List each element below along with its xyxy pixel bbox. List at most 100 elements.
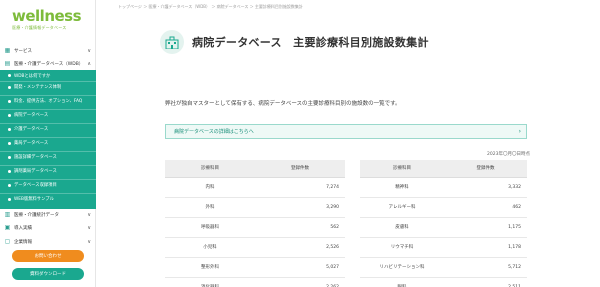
logo-tagline: 医療・介護情報データベース xyxy=(12,25,67,30)
building-icon: ▣ xyxy=(4,224,11,231)
subject-cell: 消化器科 xyxy=(165,277,255,287)
bullet-icon xyxy=(8,74,11,77)
column-header-count: 登録件数 xyxy=(444,160,527,178)
table-row: 外科 3,290 xyxy=(165,197,345,218)
hospital-db-link[interactable]: 病院データベースの詳細はこちらへ › xyxy=(165,124,527,139)
sidebar-subitem-label: 病院データベース xyxy=(14,113,49,118)
sidebar-subitem[interactable]: WDBとは何ですか xyxy=(0,70,96,81)
sidebar-subitem[interactable]: 調剤薬局データベース xyxy=(0,165,96,176)
sidebar-subitem[interactable]: 開発・メンテナンス体制 xyxy=(0,81,96,92)
table-row: リハビリテーション科 5,712 xyxy=(360,257,527,278)
table-row: 内科 7,274 xyxy=(165,177,345,198)
subject-cell: リハビリテーション科 xyxy=(360,257,444,278)
chevron-up-icon: ∧ xyxy=(87,61,91,67)
column-header-subject: 診療科目 xyxy=(165,160,255,178)
sidebar-subitem-label: 調剤薬局データベース xyxy=(14,169,57,174)
page-description: 弊社が独自マスターとして保有する、病院データベースの主要診療科目別の施設数の一覧… xyxy=(165,101,401,107)
bullet-icon xyxy=(8,85,11,89)
count-cell: 562 xyxy=(255,217,345,238)
sidebar-item-case-studies[interactable]: ▣ 導入実績 ∨ xyxy=(0,222,96,233)
sidebar-subitem-label: WEB版無料サンプル xyxy=(14,197,54,202)
subject-cell: 精神科 xyxy=(360,177,444,198)
company-icon: ▢ xyxy=(4,238,11,245)
sidebar-subitem-label: 開発・メンテナンス体制 xyxy=(14,85,62,90)
count-cell: 3,332 xyxy=(444,177,527,198)
sidebar-subitem-label: 薬局データベース xyxy=(14,141,49,146)
bullet-icon xyxy=(8,197,11,201)
db-icon: ▤ xyxy=(4,60,11,67)
column-header-subject: 診療科目 xyxy=(360,160,444,178)
count-cell: 2,526 xyxy=(255,237,345,258)
sidebar-subitem[interactable]: 病院データベース xyxy=(0,109,96,120)
subject-cell: 呼吸器科 xyxy=(165,217,255,238)
chevron-down-icon: ∨ xyxy=(87,48,91,54)
sidebar-item-label: 医療・介護データベース（WDB） xyxy=(14,61,84,67)
count-cell: 2,511 xyxy=(444,277,527,287)
subject-cell: リウマチ科 xyxy=(360,237,444,258)
count-cell: 5,027 xyxy=(255,257,345,278)
table-row: リウマチ科 1,178 xyxy=(360,237,527,258)
sidebar: wellness 医療・介護情報データベース ▦ サービス ∨ ▤ 医療・介護デ… xyxy=(0,0,96,287)
chevron-right-icon: › xyxy=(518,128,521,135)
breadcrumb[interactable]: トップページ ＞ 医療・介護データベース（WDB） ＞ 病院データベース ＞ 主… xyxy=(118,4,303,10)
sidebar-subitem[interactable]: WEB版無料サンプル xyxy=(0,193,96,204)
table-row: 呼吸器科 562 xyxy=(165,217,345,238)
bullet-icon xyxy=(8,127,11,131)
sidebar-item-label: サービス xyxy=(14,48,32,54)
bullet-icon xyxy=(8,141,11,145)
chevron-down-icon: ∨ xyxy=(87,239,91,245)
sidebar-item-label: 企業情報 xyxy=(14,239,32,245)
subject-cell: アレルギー科 xyxy=(360,197,444,218)
count-cell: 2,262 xyxy=(255,277,345,287)
table-row: 小児科 2,526 xyxy=(165,237,345,258)
count-cell: 3,290 xyxy=(255,197,345,218)
sidebar-submenu: WDBとは何ですか 開発・メンテナンス体制 料金、提供方法、オプション、FAQ … xyxy=(0,70,96,209)
count-cell: 462 xyxy=(444,197,527,218)
table-row: 精神科 3,332 xyxy=(360,177,527,198)
table-row: 整形外科 5,027 xyxy=(165,257,345,278)
sidebar-item-statistics[interactable]: ▥ 医療・介護統計データ ∨ xyxy=(0,209,96,220)
sidebar-subitem[interactable]: データベース収録項目 xyxy=(0,179,96,190)
download-button[interactable]: 資料ダウンロード xyxy=(12,268,84,280)
table-row: 消化器科2,262 xyxy=(165,277,345,287)
subject-cell: 内科 xyxy=(165,177,255,198)
sidebar-item-wdb[interactable]: ▤ 医療・介護データベース（WDB） ∧ xyxy=(0,58,96,69)
count-cell: 7,274 xyxy=(255,177,345,198)
count-cell: 1,178 xyxy=(444,237,527,258)
sidebar-subitem-label: WDBとは何ですか xyxy=(14,73,51,79)
table-header-row: 診療科目 登録件数 xyxy=(165,160,345,178)
bullet-icon xyxy=(8,183,11,187)
page-title: 病院データベース 主要診療科目別施設数集計 xyxy=(192,36,429,49)
as-of-note: 2023年〇月〇日時点 xyxy=(487,152,530,157)
facility-table-right: 診療科目 登録件数 精神科 3,332 アレルギー科 462 皮膚科 1,175 リウ… xyxy=(360,160,527,287)
table-row: 眼科2,511 xyxy=(360,277,527,287)
sidebar-subitem[interactable]: 介護データベース xyxy=(0,123,96,134)
column-header-count: 登録件数 xyxy=(255,160,345,178)
page-header: 病院データベース 主要診療科目別施設数集計 xyxy=(160,30,429,54)
sidebar-item-services[interactable]: ▦ サービス ∨ xyxy=(0,45,96,56)
table-row: 皮膚科 1,175 xyxy=(360,217,527,238)
bullet-icon xyxy=(8,155,11,159)
logo-wordmark: wellness xyxy=(12,7,82,25)
facility-table-left: 診療科目 登録件数 内科 7,274 外科 3,290 呼吸器科 562 小児科 2,5… xyxy=(165,160,345,287)
sidebar-subitem[interactable]: 薬局データベース xyxy=(0,137,96,148)
chevron-down-icon: ∨ xyxy=(87,212,91,218)
sidebar-subitem-label: 介護データベース xyxy=(14,127,49,132)
hospital-icon xyxy=(160,30,184,54)
sidebar-item-company[interactable]: ▢ 企業情報 ∨ xyxy=(0,236,96,247)
link-label: 病院データベースの詳細はこちらへ xyxy=(174,129,254,135)
subject-cell: 小児科 xyxy=(165,237,255,258)
sidebar-subitem[interactable]: 料金、提供方法、オプション、FAQ xyxy=(0,95,96,106)
contact-button[interactable]: お問い合わせ xyxy=(12,250,84,262)
sidebar-subitem-label: 施設詳細データベース xyxy=(14,155,57,160)
bullet-icon xyxy=(8,169,11,173)
sidebar-subitem[interactable]: 施設詳細データベース xyxy=(0,151,96,162)
subject-cell: 外科 xyxy=(165,197,255,218)
sidebar-subitem-label: 料金、提供方法、オプション、FAQ xyxy=(14,99,83,104)
subject-cell: 眼科 xyxy=(360,277,444,287)
subject-cell: 皮膚科 xyxy=(360,217,444,238)
count-cell: 1,175 xyxy=(444,217,527,238)
table-row: アレルギー科 462 xyxy=(360,197,527,218)
bullet-icon xyxy=(8,113,11,117)
logo[interactable]: wellness 医療・介護情報データベース xyxy=(12,8,84,34)
